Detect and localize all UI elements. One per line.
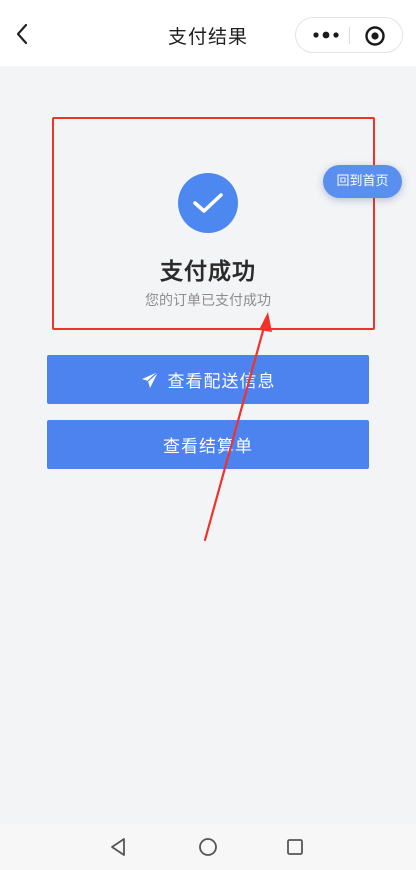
nav-recent-button[interactable] [284,836,306,858]
nav-home-button[interactable] [197,836,219,858]
system-nav-bar [0,824,416,870]
nav-back-button[interactable] [107,836,129,858]
circle-home-icon [199,838,217,856]
top-nav-bar: 支付结果 [0,0,416,66]
paper-plane-icon [141,371,159,389]
capsule-divider [349,27,350,44]
result-title: 支付成功 [160,259,256,285]
view-statement-label: 查看结算单 [163,437,253,457]
view-statement-button[interactable]: 查看结算单 [47,420,369,469]
close-miniprogram-button[interactable] [362,23,388,49]
check-icon [193,193,223,213]
miniprogram-capsule [295,17,403,53]
more-button[interactable] [306,24,346,46]
target-close-icon [365,26,385,46]
back-to-home-button[interactable]: 回到首页 [323,165,402,198]
success-badge [178,173,238,233]
view-delivery-label: 查看配送信息 [167,372,276,392]
view-delivery-button[interactable]: 查看配送信息 [47,355,369,404]
more-dots-icon [313,31,339,39]
result-description: 您的订单已支付成功 [145,293,271,309]
square-recent-icon [287,839,303,855]
triangle-back-icon [111,838,125,856]
